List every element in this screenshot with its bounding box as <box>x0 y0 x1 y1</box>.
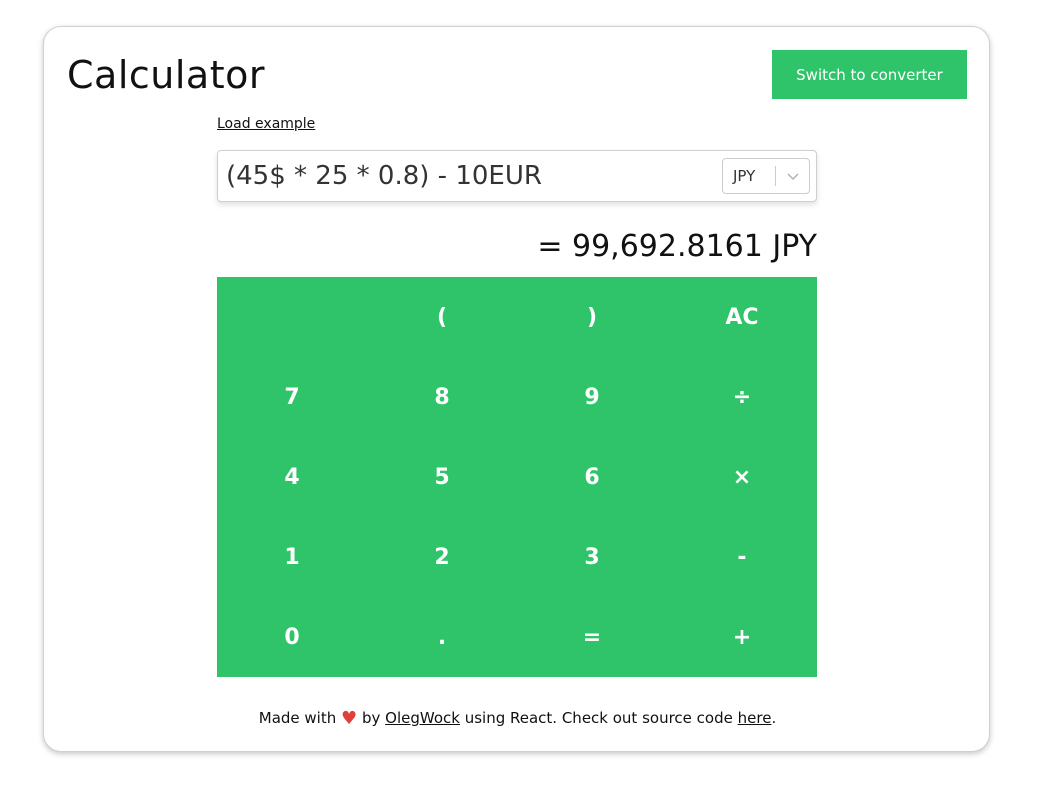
footer-period: . <box>771 709 777 727</box>
expression-input[interactable] <box>226 157 706 195</box>
key-equals[interactable]: = <box>517 597 667 677</box>
key-1[interactable]: 1 <box>217 517 367 597</box>
load-example-link[interactable]: Load example <box>217 116 315 132</box>
key-7[interactable]: 7 <box>217 357 367 437</box>
key-6[interactable]: 6 <box>517 437 667 517</box>
key-multiply[interactable]: × <box>667 437 817 517</box>
key-0[interactable]: 0 <box>217 597 367 677</box>
key-divide[interactable]: ÷ <box>667 357 817 437</box>
key-8[interactable]: 8 <box>367 357 517 437</box>
key-3[interactable]: 3 <box>517 517 667 597</box>
key-4[interactable]: 4 <box>217 437 367 517</box>
key-decimal[interactable]: . <box>367 597 517 677</box>
key-5[interactable]: 5 <box>367 437 517 517</box>
source-code-link[interactable]: here <box>738 709 772 727</box>
calculator-card: Calculator Switch to converter Load exam… <box>43 26 990 752</box>
key-open-paren[interactable]: ( <box>367 277 517 357</box>
currency-select[interactable]: JPY <box>722 158 810 194</box>
switch-to-converter-button[interactable]: Switch to converter <box>772 50 967 99</box>
key-9[interactable]: 9 <box>517 357 667 437</box>
key-all-clear[interactable]: AC <box>667 277 817 357</box>
keypad: ( ) AC 7 8 9 ÷ 4 5 6 × 1 2 3 - 0 . = + <box>217 277 817 677</box>
footer-by: by <box>361 709 381 727</box>
footer: Made with ♥ by OlegWock using React. Che… <box>44 709 991 728</box>
keypad-blank <box>217 277 367 357</box>
key-minus[interactable]: - <box>667 517 817 597</box>
key-plus[interactable]: + <box>667 597 817 677</box>
select-divider <box>775 166 776 186</box>
heart-icon: ♥ <box>341 708 358 729</box>
author-link[interactable]: OlegWock <box>385 709 460 727</box>
key-2[interactable]: 2 <box>367 517 517 597</box>
footer-using: using React. Check out source code <box>464 709 733 727</box>
page-title: Calculator <box>67 53 265 97</box>
footer-made-with: Made with <box>258 709 337 727</box>
expression-field: JPY <box>217 150 817 202</box>
result-display: = 99,692.8161 JPY <box>537 229 817 264</box>
key-close-paren[interactable]: ) <box>517 277 667 357</box>
chevron-down-icon <box>787 173 799 181</box>
currency-selected-value: JPY <box>733 167 756 185</box>
